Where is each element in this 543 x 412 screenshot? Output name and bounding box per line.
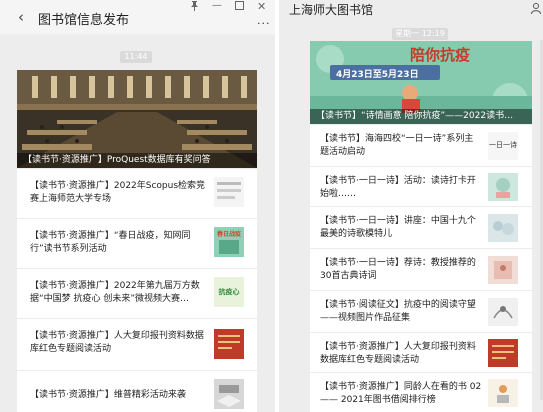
article-thumbnail: 抗疫心 bbox=[214, 277, 244, 307]
close-icon[interactable]: ✕ bbox=[257, 0, 266, 13]
article-thumbnail bbox=[488, 256, 518, 284]
article-list-item[interactable]: 【读书节·资源推广】同龄人在看的书 02 —— 2021年图书借阅排行榜 bbox=[310, 372, 532, 412]
article-list-item[interactable]: 【读书节·资源推广】2022年第九届万方数据“中国梦 抗疫心 创未来”微视频大赛… bbox=[17, 268, 257, 318]
left-header: ‹ 图书馆信息发布 — ✕ ··· bbox=[0, 0, 275, 34]
left-chat-window: ‹ 图书馆信息发布 — ✕ ··· 11:44 【读书节·资源推广】ProQue… bbox=[0, 0, 276, 412]
article-list-item[interactable]: 【读书节·资源推广】人大复印报刊资料数据库红色专题阅读活动 bbox=[310, 332, 532, 372]
article-list-item[interactable]: 【读书节·一日一诗】活动：读诗打卡开始啦…… bbox=[310, 166, 532, 206]
minimize-icon[interactable]: — bbox=[212, 0, 222, 11]
hero-article[interactable]: 【读书节·资源推广】ProQuest数据库有奖问答 bbox=[17, 70, 257, 168]
article-title: 【读书节·一日一诗】荐诗：教授推荐的30首古典诗词 bbox=[320, 258, 476, 281]
article-title: 【读书节·资源推广】人大复印报刊资料数据库红色专题阅读活动 bbox=[320, 342, 476, 365]
article-list-item[interactable]: 【读书节】海海四校“一日一诗”系列主题活动启动 一日一诗 bbox=[310, 124, 532, 166]
message-timestamp: 星期一 12:19 bbox=[392, 28, 448, 40]
article-thumbnail: 一日一诗 bbox=[488, 132, 518, 160]
article-title: 【读书节·资源推广】人大复印报刊资料数据库红色专题阅读活动 bbox=[30, 331, 204, 354]
back-chevron-icon[interactable]: ‹ bbox=[18, 8, 24, 26]
article-thumbnail bbox=[488, 214, 518, 242]
message-timestamp: 11:44 bbox=[120, 51, 152, 63]
article-card: 【读书节·资源推广】ProQuest数据库有奖问答 【读书节·资源推广】2022… bbox=[17, 70, 257, 412]
left-window-title: 图书馆信息发布 bbox=[38, 13, 130, 28]
article-card: 陪你抗疫 4月23日至5月23日 【读书节】“诗情画意 陪你抗疫”——2022读… bbox=[310, 41, 532, 412]
article-title: 【读书节·资源推广】同龄人在看的书 02 —— 2021年图书借阅排行榜 bbox=[320, 382, 482, 405]
article-list-item[interactable]: 【读书节·资源推广】维普精彩活动来袭 bbox=[17, 370, 257, 412]
article-title: 【读书节·资源推广】“春日战疫，知网同行”读书节系列活动 bbox=[30, 231, 191, 254]
article-thumbnail bbox=[214, 177, 244, 207]
article-thumbnail bbox=[488, 379, 518, 407]
right-window-title: 上海师大图书馆 bbox=[289, 3, 374, 17]
article-list-item[interactable]: 【读书节·资源推广】人大复印报刊资料数据库红色专题阅读活动 bbox=[17, 318, 257, 370]
right-chat-window: 上海师大图书馆 星期一 12:19 陪你抗疫 4月23日至5月23日 【读书节】… bbox=[279, 0, 543, 412]
article-title: 【读书节·资源推广】2022年Scopus检索竞赛上海师范大学专场 bbox=[30, 181, 206, 204]
banner-title: 陪你抗疫 bbox=[410, 46, 471, 64]
thumbnail-text: 抗疫心 bbox=[218, 288, 240, 296]
article-title: 【读书节·资源推广】2022年第九届万方数据“中国梦 抗疫心 创未来”微视频大赛… bbox=[30, 281, 200, 304]
article-list-item[interactable]: 【读书节·一日一诗】荐诗：教授推荐的30首古典诗词 bbox=[310, 248, 532, 290]
article-title: 【读书节·资源推广】维普精彩活动来袭 bbox=[30, 390, 186, 400]
hero-article-title: 【读书节·资源推广】ProQuest数据库有奖问答 bbox=[17, 153, 257, 168]
hero-article-title: 【读书节】“诗情画意 陪你抗疫”——2022读书… bbox=[310, 109, 532, 124]
article-thumbnail bbox=[214, 379, 244, 409]
profile-icon[interactable] bbox=[531, 3, 541, 17]
article-list-item[interactable]: 【读书节·阅读征文】抗疫中的阅读守望——视频图片作品征集 bbox=[310, 290, 532, 332]
article-title: 【读书节】海海四校“一日一诗”系列主题活动启动 bbox=[320, 134, 474, 157]
article-list-item[interactable]: 【读书节·一日一诗】讲座：中国十九个最美的诗歌模特儿 bbox=[310, 206, 532, 248]
article-thumbnail bbox=[488, 298, 518, 326]
right-header: 上海师大图书馆 bbox=[279, 0, 543, 18]
hero-article[interactable]: 陪你抗疫 4月23日至5月23日 【读书节】“诗情画意 陪你抗疫”——2022读… bbox=[310, 41, 532, 124]
article-thumbnail bbox=[488, 339, 518, 367]
thumbnail-graphic bbox=[219, 240, 239, 254]
article-title: 【读书节·一日一诗】讲座：中国十九个最美的诗歌模特儿 bbox=[320, 216, 476, 239]
maximize-icon[interactable] bbox=[235, 1, 244, 13]
article-title: 【读书节·一日一诗】活动：读诗打卡开始啦…… bbox=[320, 176, 476, 199]
banner-dates: 4月23日至5月23日 bbox=[336, 70, 419, 80]
article-thumbnail bbox=[488, 173, 518, 201]
article-list-item[interactable]: 【读书节·资源推广】2022年Scopus检索竞赛上海师范大学专场 bbox=[17, 168, 257, 218]
thumbnail-text: 春日战疫 bbox=[216, 231, 241, 238]
more-options-icon[interactable]: ··· bbox=[257, 17, 271, 30]
thumbnail-text: 一日一诗 bbox=[489, 141, 517, 149]
article-thumbnail: 春日战疫 bbox=[214, 227, 244, 257]
article-list-item[interactable]: 【读书节·资源推广】“春日战疫，知网同行”读书节系列活动 春日战疫 bbox=[17, 218, 257, 268]
article-thumbnail bbox=[214, 329, 244, 359]
article-title: 【读书节·阅读征文】抗疫中的阅读守望——视频图片作品征集 bbox=[320, 300, 476, 323]
pin-icon[interactable] bbox=[190, 1, 199, 14]
